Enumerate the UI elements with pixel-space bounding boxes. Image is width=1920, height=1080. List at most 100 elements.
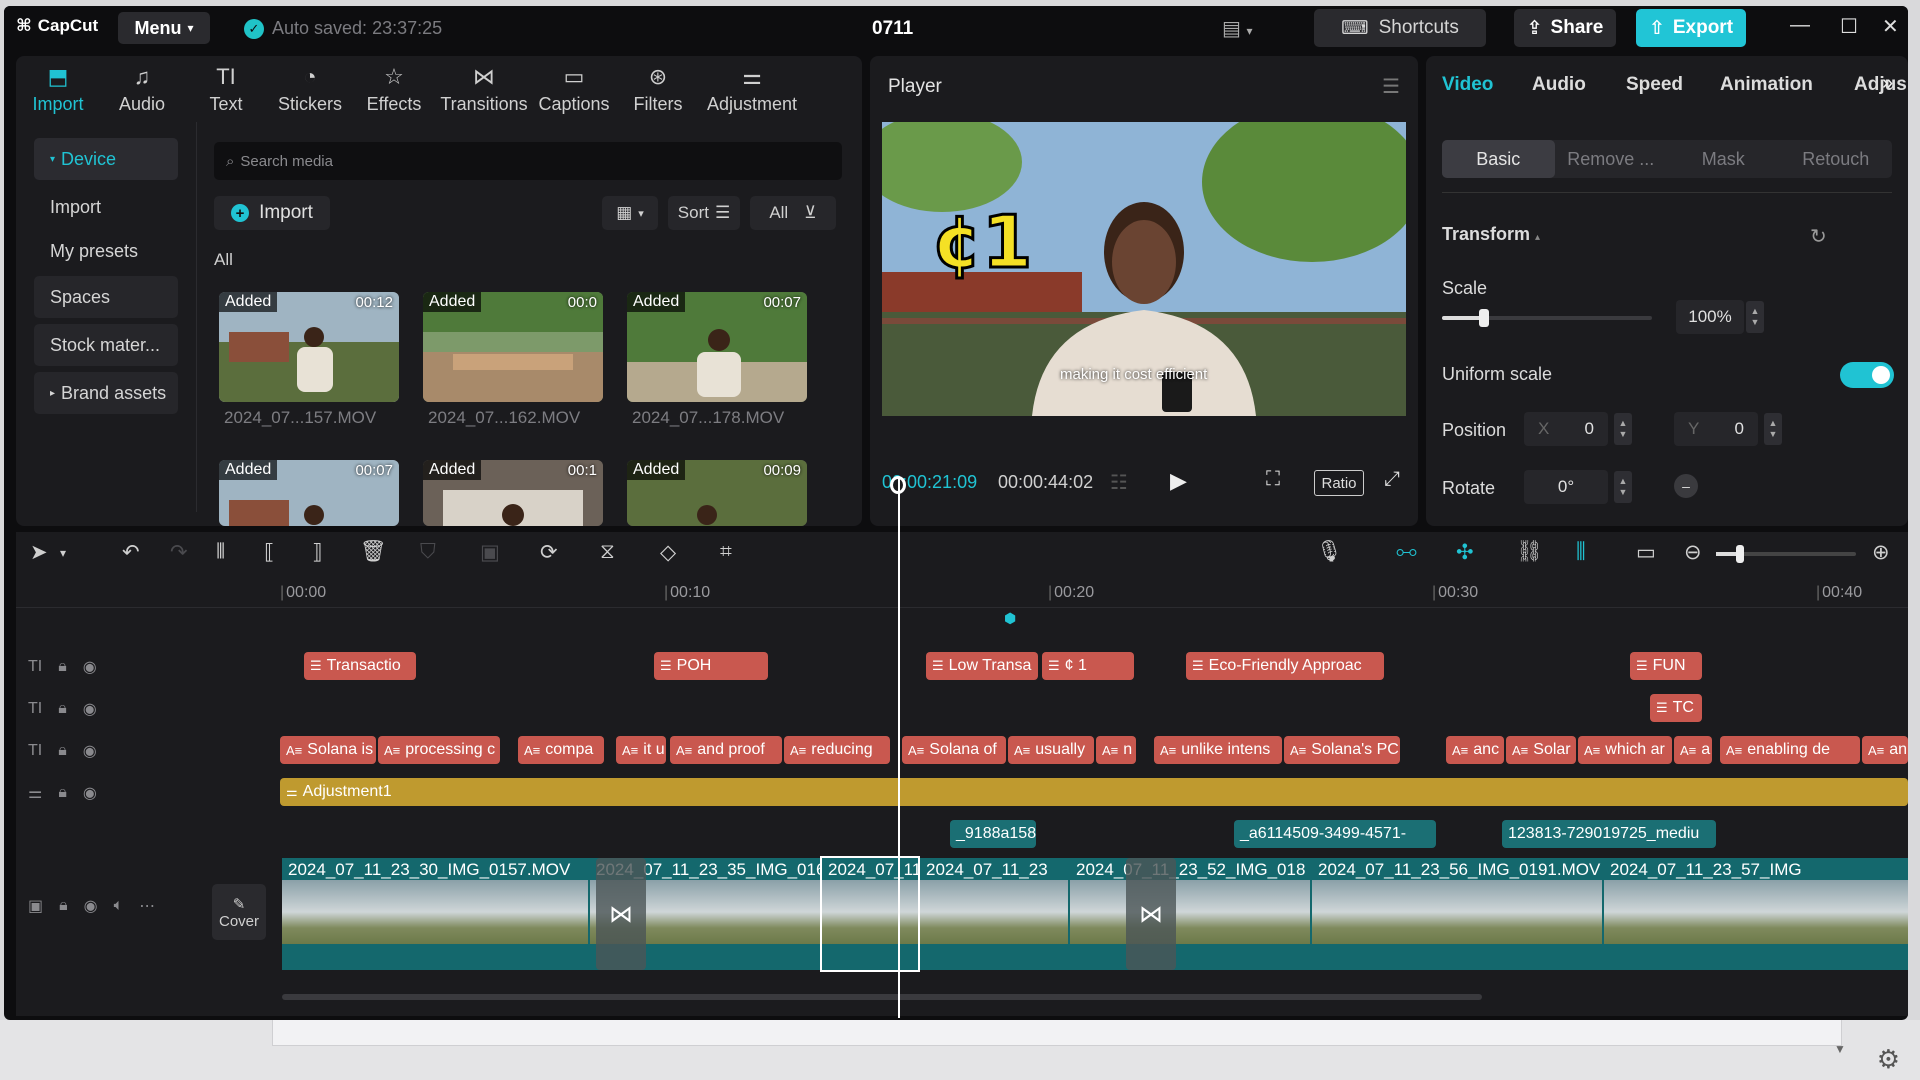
sidebar-item-spaces[interactable]: Spaces xyxy=(34,276,178,318)
subtab-mask[interactable]: Mask xyxy=(1667,140,1780,178)
zoom-out-icon[interactable]: ⊖ xyxy=(1684,540,1702,565)
media-overlay-clip[interactable]: _9188a158 xyxy=(950,820,1036,848)
tab-import[interactable]: ⬒ Import xyxy=(16,56,100,122)
tab-animation[interactable]: Animation xyxy=(1720,74,1813,96)
text-clip[interactable]: ☰ Transactio xyxy=(304,652,416,680)
video-preview[interactable]: ¢1 making it cost efficient xyxy=(882,122,1406,416)
media-thumbnail[interactable]: Added 00:09 xyxy=(627,460,807,526)
video-clip[interactable]: 2024_07_11_23_56_IMG_0191.MOV xyxy=(1312,858,1602,970)
media-thumbnail[interactable]: Added 00:12 xyxy=(219,292,399,402)
position-y-stepper[interactable]: ▲ ▼ xyxy=(1764,413,1782,445)
tab-audio-props[interactable]: Audio xyxy=(1532,74,1586,96)
playhead[interactable] xyxy=(898,478,900,1018)
search-media-input[interactable]: ⌕ Search media xyxy=(214,142,842,180)
split-icon[interactable]: ⦀ xyxy=(216,540,225,564)
scale-value-field[interactable]: 100% xyxy=(1676,300,1744,334)
caption-clip[interactable]: A≡ anc xyxy=(1446,736,1504,764)
select-tool-icon[interactable]: ➤ xyxy=(30,540,48,565)
eye-icon[interactable]: ◉ xyxy=(83,783,97,803)
position-x-stepper[interactable]: ▲ ▼ xyxy=(1614,413,1632,445)
view-mode-button[interactable]: ▦ ▾ xyxy=(602,196,658,230)
scale-slider-handle[interactable] xyxy=(1479,309,1489,327)
player-menu-icon[interactable]: ☰ xyxy=(1382,74,1400,99)
scale-slider[interactable] xyxy=(1442,309,1652,327)
video-clip[interactable]: 2024_07_11_23_30_IMG_0157.MOV xyxy=(282,858,588,970)
sidebar-item-stock-material[interactable]: Stock mater... xyxy=(34,324,178,366)
link-icon[interactable]: ⛓ xyxy=(1516,540,1543,564)
lock-icon[interactable]: 🔒︎ xyxy=(58,658,67,676)
text-clip[interactable]: ☰ FUN xyxy=(1630,652,1702,680)
transition-icon[interactable]: ⋈ xyxy=(596,858,646,970)
menu-button[interactable]: Menu ▾ xyxy=(118,12,210,44)
caption-clip[interactable]: A≡ Solar xyxy=(1506,736,1576,764)
tab-adjust[interactable]: Adjus xyxy=(1854,74,1907,96)
tab-filters[interactable]: ⊛ Filters xyxy=(616,56,700,122)
zoom-slider-handle[interactable] xyxy=(1736,545,1744,563)
rotate-field[interactable]: 0° xyxy=(1524,470,1608,504)
text-clip[interactable]: ☰ TC xyxy=(1650,694,1702,722)
caption-clip[interactable]: A≡ Solana's PC xyxy=(1284,736,1400,764)
more-icon[interactable]: ⋯ xyxy=(139,896,155,916)
video-clip[interactable]: 2024_07_11_23_52_IMG_018 xyxy=(1070,858,1310,970)
caption-clip[interactable]: A≡ reducing xyxy=(784,736,890,764)
tab-text[interactable]: TI Text xyxy=(184,56,268,122)
crop-icon[interactable]: ⌗ xyxy=(720,540,732,564)
reset-icon[interactable]: ↻ xyxy=(1810,224,1827,249)
chevron-down-icon[interactable]: ▾ xyxy=(60,546,66,560)
sidebar-item-my-presets[interactable]: My presets xyxy=(34,230,178,272)
layout-button[interactable]: ▤ ▾ xyxy=(1222,16,1253,41)
caption-clip[interactable]: A≡ enabling de xyxy=(1720,736,1860,764)
eye-icon[interactable]: ◉ xyxy=(83,741,97,761)
caption-clip[interactable]: A≡ a xyxy=(1674,736,1712,764)
maximize-icon[interactable]: ☐ xyxy=(1840,14,1858,39)
caption-clip[interactable]: A≡ it u xyxy=(616,736,666,764)
scroll-down-icon[interactable]: ▼ xyxy=(1834,1042,1846,1056)
eye-icon[interactable]: ◉ xyxy=(83,699,97,719)
reverse-icon[interactable]: ⟳ xyxy=(540,540,558,565)
shield-icon[interactable]: ⛉ xyxy=(420,540,436,564)
position-y-field[interactable]: Y0 xyxy=(1674,412,1758,446)
video-clip-selected[interactable]: 2024_07_11 xyxy=(820,856,921,972)
ratio-button[interactable]: Ratio xyxy=(1314,470,1364,496)
video-clip[interactable]: 2024_07_11_23 xyxy=(920,858,1068,970)
undo-icon[interactable]: ↶ xyxy=(122,540,140,565)
freeze-icon[interactable]: ▣ xyxy=(480,540,500,565)
screen-icon[interactable]: ▭ xyxy=(1636,540,1656,565)
preview-axis-icon[interactable]: ⫼ xyxy=(1576,540,1586,564)
fullscreen-preview-icon[interactable]: ⛶ xyxy=(1266,468,1280,491)
tab-stickers[interactable]: ◔ Stickers xyxy=(268,56,352,122)
rotate-dial-icon[interactable]: – xyxy=(1674,474,1698,498)
sticker-overlay[interactable]: ¢1 xyxy=(930,199,1033,286)
project-title[interactable]: 0711 xyxy=(872,18,913,40)
caption-clip[interactable]: A≡ unlike intens xyxy=(1154,736,1282,764)
uniform-scale-toggle[interactable] xyxy=(1840,362,1894,388)
horizontal-scrollbar[interactable] xyxy=(282,994,1482,1000)
sidebar-item-brand-assets[interactable]: ▸ Brand assets xyxy=(34,372,178,414)
caption-clip[interactable]: A≡ usually xyxy=(1008,736,1094,764)
tab-speed[interactable]: Speed xyxy=(1626,74,1683,96)
cover-button[interactable]: ✎ Cover xyxy=(212,884,266,940)
media-thumbnail[interactable]: Added 00:07 xyxy=(219,460,399,526)
adjustment-clip[interactable]: ⚌ Adjustment1 xyxy=(280,778,1908,806)
close-icon[interactable]: ✕ xyxy=(1882,14,1899,39)
lock-icon[interactable]: 🔒︎ xyxy=(58,700,67,718)
subtab-remove[interactable]: Remove ... xyxy=(1555,140,1668,178)
split-left-icon[interactable]: ⟦ xyxy=(264,540,274,565)
mirror-icon[interactable]: ⧖ xyxy=(600,540,615,564)
play-icon[interactable]: ▶ xyxy=(1170,468,1187,494)
time-ruler[interactable]: 00:00 00:10 00:20 00:30 00:40 xyxy=(16,574,1908,608)
sidebar-item-import[interactable]: Import xyxy=(34,186,178,228)
auto-snap-icon[interactable]: ✣ xyxy=(1456,540,1474,565)
gear-icon[interactable]: ⚙ xyxy=(1877,1044,1900,1075)
tab-transitions[interactable]: ⋈ Transitions xyxy=(436,56,532,122)
caption-clip[interactable]: A≡ n xyxy=(1096,736,1136,764)
media-thumbnail[interactable]: Added 00:0 xyxy=(423,292,603,402)
position-x-field[interactable]: X0 xyxy=(1524,412,1608,446)
text-clip[interactable]: ☰ Eco-Friendly Approac xyxy=(1186,652,1384,680)
lock-icon[interactable]: 🔒︎ xyxy=(58,742,67,760)
sidebar-item-device[interactable]: ▾ Device xyxy=(34,138,178,180)
text-clip[interactable]: ☰ Low Transa xyxy=(926,652,1038,680)
subtab-retouch[interactable]: Retouch xyxy=(1780,140,1893,178)
caption-clip[interactable]: A≡ Solana is xyxy=(280,736,376,764)
text-clip[interactable]: ☰ POH xyxy=(654,652,768,680)
